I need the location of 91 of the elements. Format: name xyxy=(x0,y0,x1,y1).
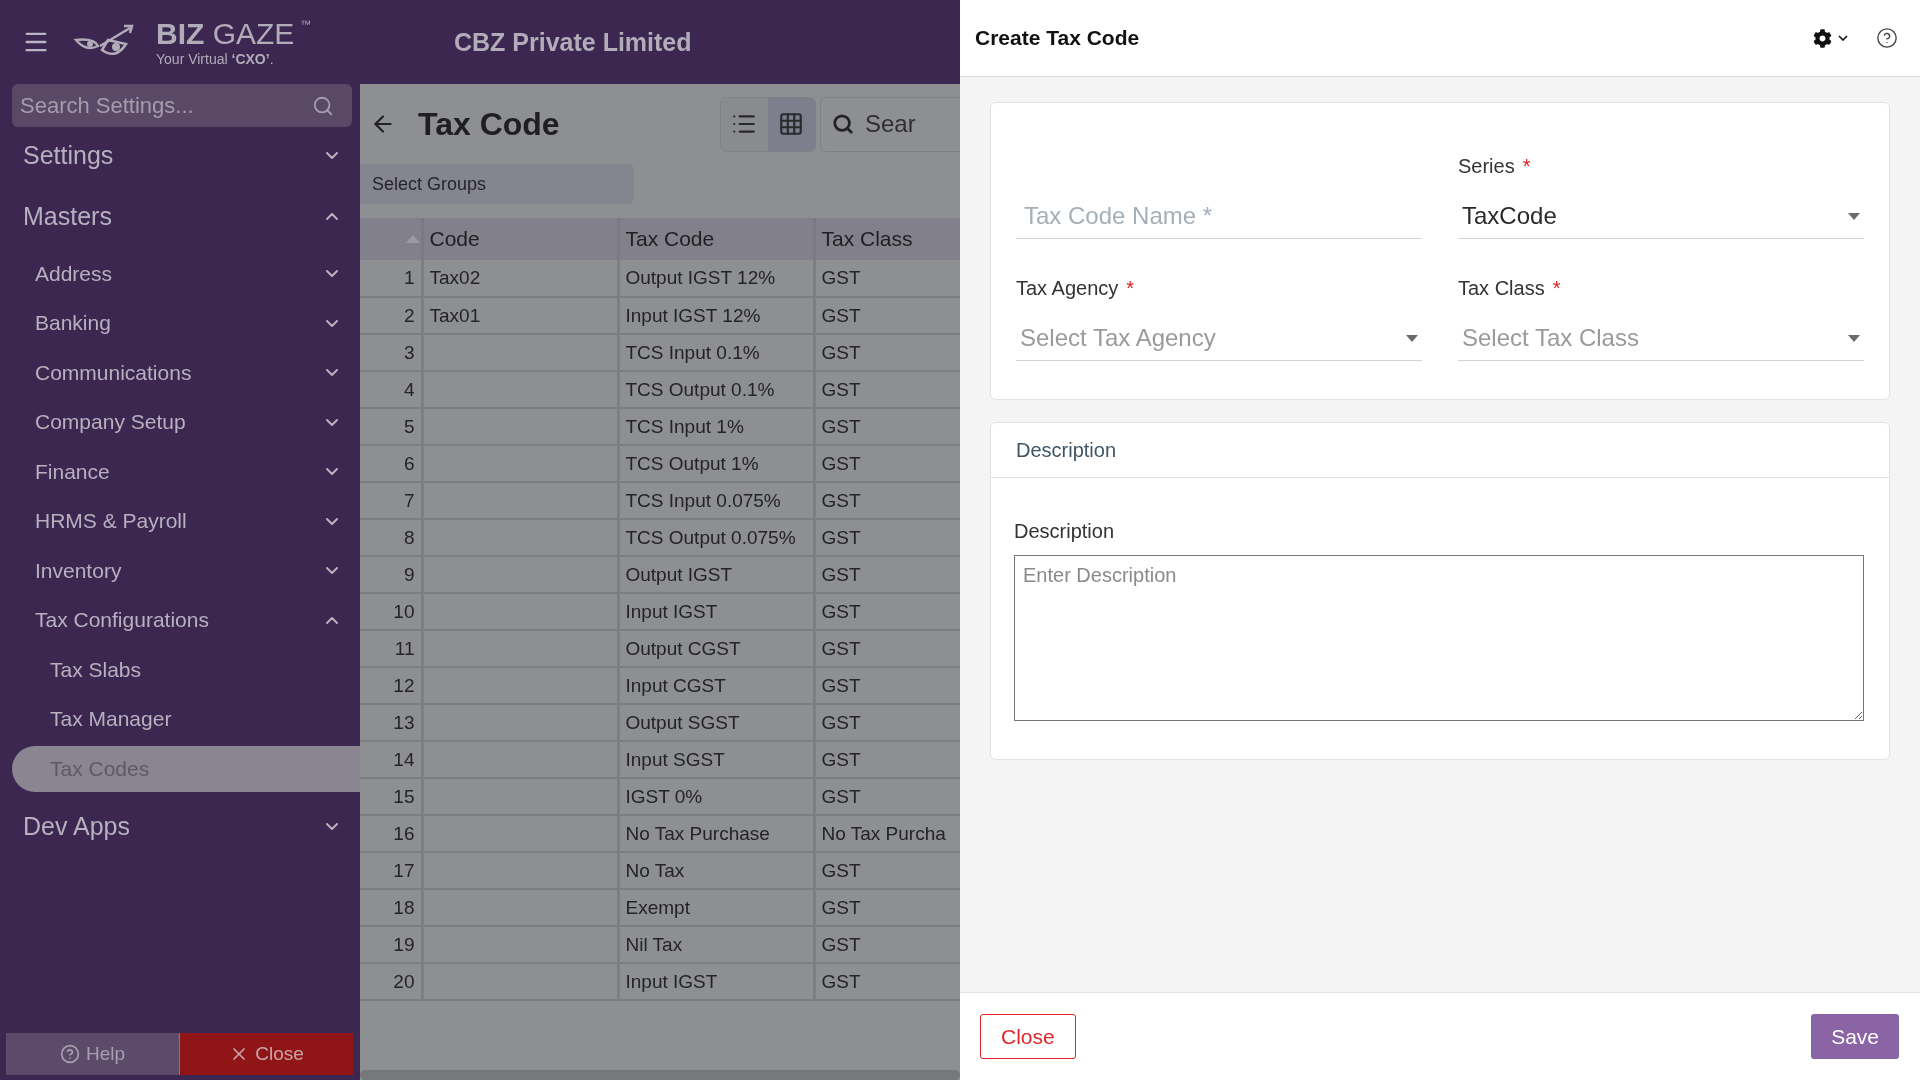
row-number: 16 xyxy=(360,815,422,852)
table-cell: Tax02 xyxy=(422,260,618,297)
table-cell: TCS Input 0.1% xyxy=(618,334,814,371)
table-cell: IGST 0% xyxy=(618,778,814,815)
section-title: Description xyxy=(1016,438,1117,462)
row-number: 11 xyxy=(360,630,422,667)
row-number: 14 xyxy=(360,741,422,778)
row-number: 9 xyxy=(360,556,422,593)
close-button[interactable]: Close xyxy=(980,1014,1076,1059)
sidebar-section[interactable]: Dev Apps xyxy=(0,793,360,860)
sidebar-group[interactable]: Banking xyxy=(0,298,360,348)
description-field[interactable]: Enter Description xyxy=(1014,555,1864,721)
help-icon xyxy=(59,1044,80,1064)
table-cell: Output IGST xyxy=(618,556,814,593)
table-cell: TCS Output 1% xyxy=(618,445,814,482)
column-header[interactable]: Tax Code xyxy=(618,218,814,260)
sidebar-section[interactable]: Masters xyxy=(0,183,360,249)
table-cell: Input IGST 12% xyxy=(618,297,814,334)
save-button[interactable]: Save xyxy=(1811,1014,1899,1059)
row-number: 15 xyxy=(360,778,422,815)
row-number: 13 xyxy=(360,704,422,741)
table-cell: Output SGST xyxy=(618,704,814,741)
table-search-field[interactable]: Sear xyxy=(820,96,960,152)
table-cell: Nil Tax xyxy=(618,926,814,963)
row-number: 17 xyxy=(360,852,422,889)
table-cell: TCS Output 0.1% xyxy=(618,371,814,408)
row-number: 7 xyxy=(360,482,422,519)
table-cell: TCS Output 0.075% xyxy=(618,519,814,556)
column-header[interactable]: Code xyxy=(422,218,618,260)
table-cell: Input IGST xyxy=(618,593,814,630)
row-number: 8 xyxy=(360,519,422,556)
row-number: 6 xyxy=(360,445,422,482)
company-name: CBZ Private Limited xyxy=(454,27,692,57)
row-number: 5 xyxy=(360,408,422,445)
gear-icon xyxy=(1813,28,1832,48)
row-number: 1 xyxy=(360,260,422,297)
sidebar-item[interactable]: Tax Slabs xyxy=(0,645,360,695)
sidebar-group[interactable]: Communications xyxy=(0,348,360,398)
table-cell: Input CGST xyxy=(618,667,814,704)
table-cell: TCS Input 0.075% xyxy=(618,482,814,519)
sidebar-group[interactable]: Address xyxy=(0,249,360,299)
dropdown-caret-icon xyxy=(1848,334,1860,342)
dropdown-caret-icon xyxy=(1406,334,1418,342)
sidebar-item[interactable]: Tax Manager xyxy=(0,694,360,744)
field-label: Series * xyxy=(1458,155,1532,178)
table-cell: Output CGST xyxy=(618,630,814,667)
field-label: Tax Agency * xyxy=(1016,277,1136,300)
table-cell: Input SGST xyxy=(618,741,814,778)
view-toggle-button[interactable] xyxy=(720,97,768,151)
sidebar-section[interactable]: Settings xyxy=(0,127,360,183)
table-cell: Output IGST 12% xyxy=(618,260,814,297)
drawer-title: Create Tax Code xyxy=(975,26,1141,50)
dropdown-caret-icon xyxy=(1848,212,1860,220)
row-number: 10 xyxy=(360,593,422,630)
column-header[interactable]: Tax Class xyxy=(814,218,960,260)
sidebar-group[interactable]: Finance xyxy=(0,447,360,497)
help-icon[interactable] xyxy=(1876,27,1898,49)
help-button[interactable]: Help xyxy=(6,1033,179,1075)
sidebar-group[interactable]: Inventory xyxy=(0,546,360,596)
sidebar-group[interactable]: Tax Configurations xyxy=(0,595,360,645)
select-groups-dropdown[interactable]: Select Groups xyxy=(360,164,634,204)
field-label: Tax Class * xyxy=(1458,277,1562,300)
row-number: 2 xyxy=(360,297,422,334)
sidebar-group[interactable]: Company Setup xyxy=(0,397,360,447)
table-cell: TCS Input 1% xyxy=(618,408,814,445)
row-number: 3 xyxy=(360,334,422,371)
brand-tagline: Your Virtual ‘CXO’. xyxy=(156,51,275,66)
table-cell: Input IGST xyxy=(618,963,814,1000)
settings-dropdown-button[interactable] xyxy=(1813,28,1848,48)
field-label: Description xyxy=(1014,520,1116,543)
table-cell: Tax01 xyxy=(422,297,618,334)
row-number: 4 xyxy=(360,371,422,408)
grid-view-icon xyxy=(778,111,805,137)
table-cell: Exempt xyxy=(618,889,814,926)
table-cell: No Tax xyxy=(618,852,814,889)
close-button[interactable]: Close xyxy=(179,1033,353,1075)
row-number: 18 xyxy=(360,889,422,926)
view-toggle-button[interactable] xyxy=(767,97,815,151)
row-number: 19 xyxy=(360,926,422,963)
brand-name: BIZ GAZE ™ xyxy=(156,18,312,49)
select-field[interactable]: TaxCode xyxy=(1458,194,1864,239)
sidebar-group[interactable]: HRMS & Payroll xyxy=(0,496,360,546)
page-title: Tax Code xyxy=(418,105,561,143)
search-icon xyxy=(832,112,854,135)
chevron-down-icon xyxy=(1838,35,1848,41)
row-number: 12 xyxy=(360,667,422,704)
search-icon xyxy=(312,95,334,117)
table-cell: No Tax Purchase xyxy=(618,815,814,852)
row-number: 20 xyxy=(360,963,422,1000)
settings-search-field[interactable]: Search Settings... xyxy=(12,84,352,127)
horizontal-scrollbar[interactable] xyxy=(360,1070,960,1080)
